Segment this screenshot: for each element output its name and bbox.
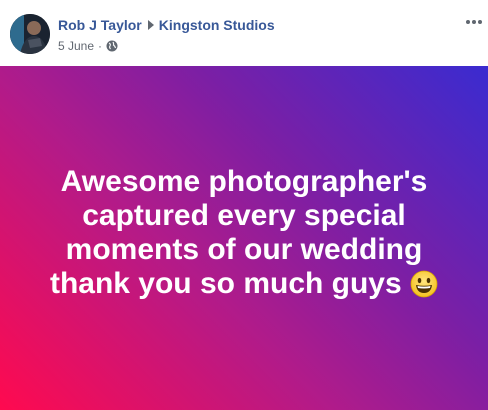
post-date-link[interactable]: 5 June (58, 39, 94, 53)
meta-separator: · (98, 39, 103, 53)
status-message-text: Awesome photographer's captured every sp… (49, 165, 428, 300)
post-author-line: Rob J Taylor Kingston Studios (58, 17, 275, 33)
page-name-link[interactable]: Kingston Studios (159, 17, 275, 33)
status-message: Awesome photographer's captured every sp… (24, 165, 464, 301)
shared-to-arrow-icon (147, 20, 154, 30)
feed-post: Rob J Taylor Kingston Studios 5 June · A… (0, 0, 488, 410)
globe-icon[interactable] (106, 40, 118, 52)
post-header: Rob J Taylor Kingston Studios 5 June · (0, 0, 488, 66)
more-dot (472, 20, 476, 24)
more-dot (478, 20, 482, 24)
author-name-link[interactable]: Rob J Taylor (58, 17, 142, 33)
avatar-photo (10, 14, 50, 54)
status-background: Awesome photographer's captured every sp… (0, 66, 488, 410)
grinning-face-emoji-icon (410, 270, 438, 298)
post-meta: 5 June · (58, 39, 118, 53)
more-options-icon[interactable] (464, 14, 484, 30)
author-avatar[interactable] (10, 14, 50, 54)
more-dot (466, 20, 470, 24)
